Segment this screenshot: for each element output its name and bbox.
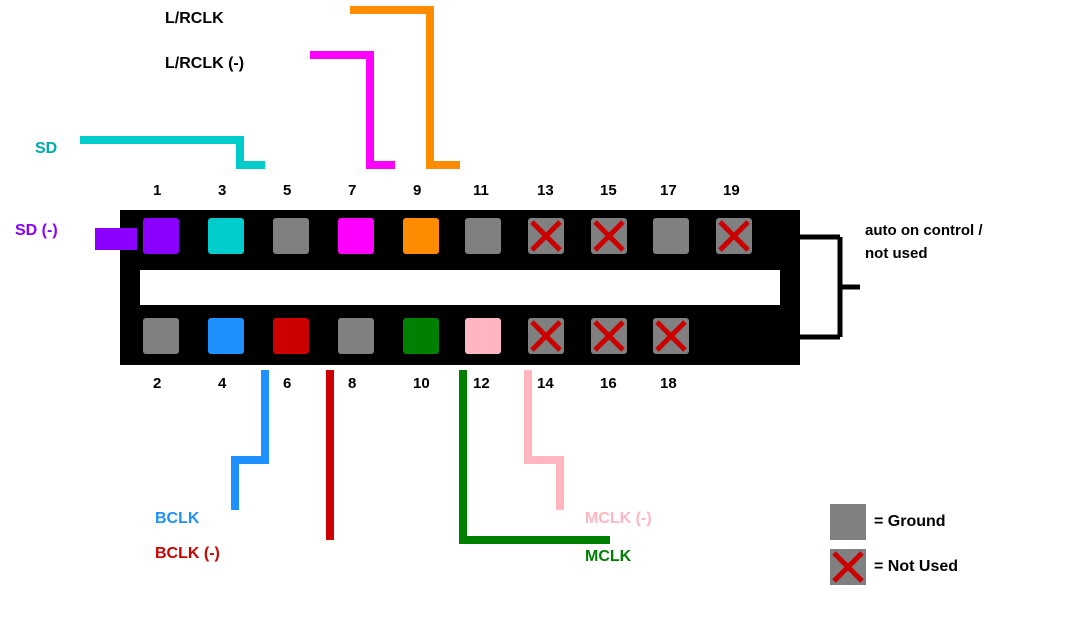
pin-6 (273, 318, 309, 354)
pin-2 (143, 318, 179, 354)
pin-label-17: 17 (660, 182, 677, 199)
legend-ground-label: = Ground (874, 513, 946, 531)
pin-label-19: 19 (723, 182, 740, 199)
sd-neg-label: SD (-) (15, 222, 58, 240)
mclk-neg-label: MCLK (-) (585, 510, 652, 528)
pin-label-13: 13 (537, 182, 554, 199)
sd-neg-indicator (95, 228, 137, 250)
pin-label-9: 9 (413, 182, 421, 199)
pin-label-15: 15 (600, 182, 617, 199)
pin-18 (653, 318, 689, 354)
pin-3 (208, 218, 244, 254)
pin-19 (716, 218, 752, 254)
pin-label-7: 7 (348, 182, 356, 199)
lrclk-label: L/RCLK (165, 10, 224, 28)
pin-label-5: 5 (283, 182, 291, 199)
pin-12 (465, 318, 501, 354)
legend-ground-box (830, 504, 866, 540)
pin-8 (338, 318, 374, 354)
pin-label-11: 11 (473, 182, 489, 199)
bclk-label: BCLK (155, 510, 199, 528)
pin-11 (465, 218, 501, 254)
sd-label: SD (35, 140, 57, 158)
pin-5 (273, 218, 309, 254)
pin-label-14: 14 (537, 375, 554, 392)
pin-10 (403, 318, 439, 354)
pin-label-8: 8 (348, 375, 356, 392)
pin-15 (591, 218, 627, 254)
legend-not-used-label: = Not Used (874, 558, 958, 576)
pin-label-18: 18 (660, 375, 677, 392)
auto-on-label: auto on control / (865, 222, 983, 239)
bclk-neg-label: BCLK (-) (155, 545, 220, 563)
pin-17 (653, 218, 689, 254)
pin-label-6: 6 (283, 375, 291, 392)
pin-label-4: 4 (218, 375, 226, 392)
pin-label-16: 16 (600, 375, 617, 392)
diagram: { "title": "Connector Pin Diagram", "lab… (0, 0, 1075, 629)
pin-16 (591, 318, 627, 354)
pin-7 (338, 218, 374, 254)
pin-14 (528, 318, 564, 354)
pin-label-2: 2 (153, 375, 161, 392)
legend-not-used: = Not Used (830, 549, 958, 585)
legend-ground: = Ground (830, 504, 946, 540)
mclk-label: MCLK (585, 548, 631, 566)
pin-label-3: 3 (218, 182, 226, 199)
pin-13 (528, 218, 564, 254)
pin-9 (403, 218, 439, 254)
pin-label-12: 12 (473, 375, 490, 392)
pin-label-10: 10 (413, 375, 430, 392)
rail-right (780, 210, 800, 365)
pin-label-1: 1 (153, 182, 161, 199)
pin-4 (208, 318, 244, 354)
not-used-label: not used (865, 245, 928, 262)
pin-1 (143, 218, 179, 254)
lrclk-neg-label: L/RCLK (-) (165, 55, 244, 73)
legend-not-used-box (830, 549, 866, 585)
